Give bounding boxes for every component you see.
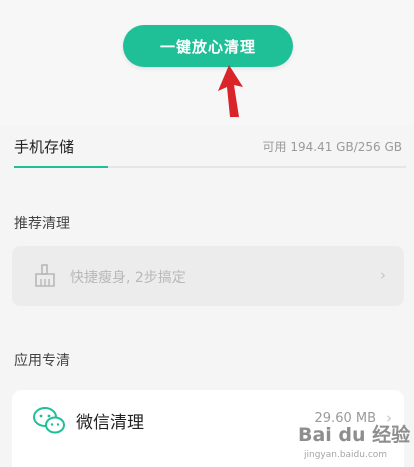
red-arrow-annotation-icon (218, 65, 243, 117)
watermark-main: Bai du 经验 (298, 424, 411, 446)
quick-slim-label: 快捷瘦身, 2步搞定 (70, 270, 186, 286)
wechat-icon (33, 407, 65, 434)
quick-slim-item[interactable]: 快捷瘦身, 2步搞定 › (12, 246, 404, 306)
storage-progress-fill (14, 166, 109, 168)
watermark-sub: jingyan.baidu.com (304, 450, 388, 460)
recommend-section-title: 推荐清理 (14, 216, 70, 232)
storage-progress-track (14, 166, 406, 168)
baidu-watermark: Bai du 经验 jingyan.baidu.com (298, 418, 414, 467)
storage-tab-row[interactable]: 手机存储 可用 194.41 GB/256 GB (0, 128, 414, 168)
wechat-clean-label: 微信清理 (76, 413, 144, 433)
one-click-clean-button[interactable]: 一键放心清理 (123, 25, 293, 67)
storage-title: 手机存储 (14, 138, 75, 156)
chevron-right-icon: › (380, 266, 386, 284)
storage-info: 可用 194.41 GB/256 GB (262, 140, 402, 154)
app-clean-section-title: 应用专清 (14, 353, 70, 369)
broom-icon (35, 264, 55, 287)
